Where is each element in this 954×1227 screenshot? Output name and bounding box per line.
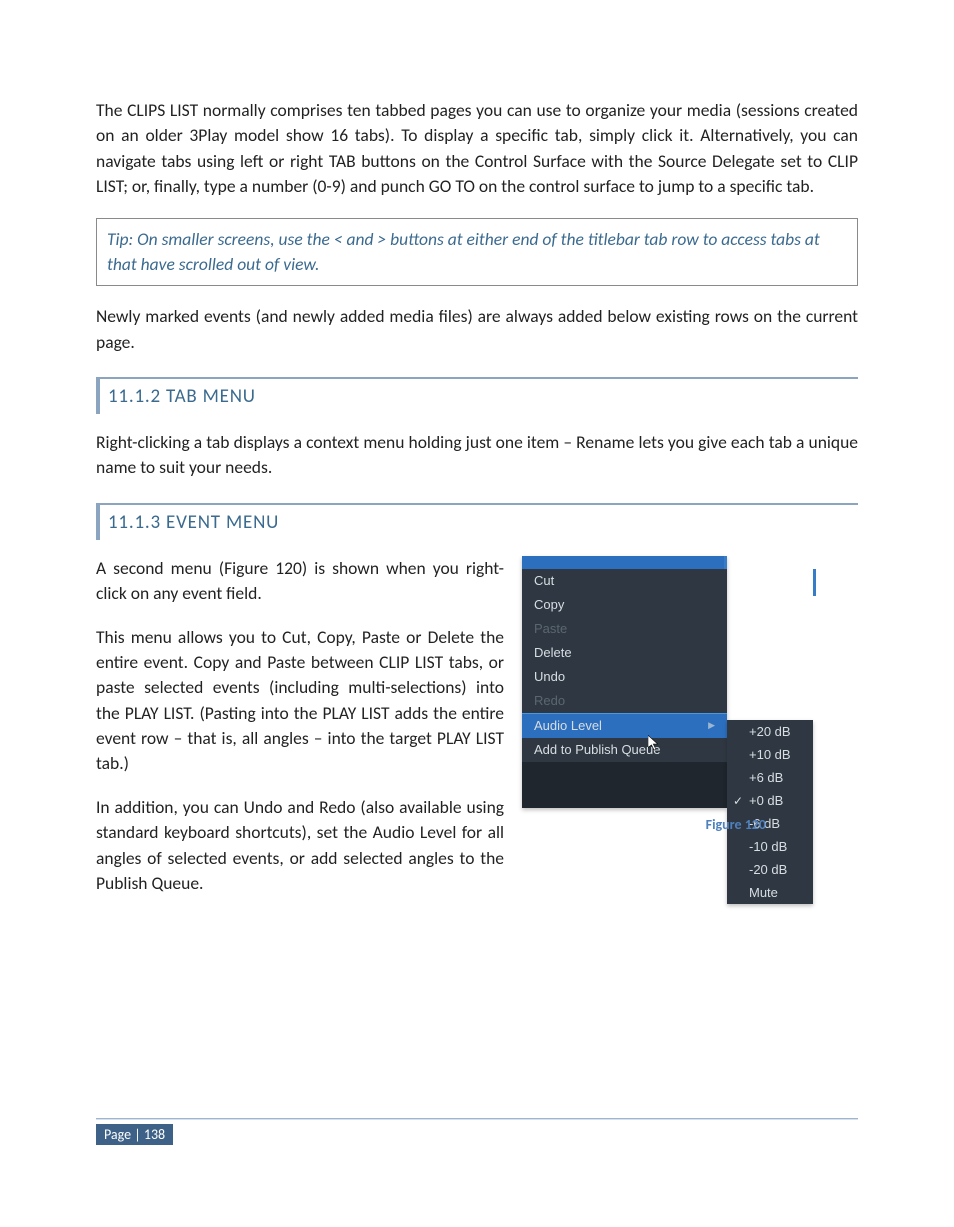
- check-icon: ✓: [733, 794, 743, 808]
- menu-audio-label: Audio Level: [534, 718, 602, 733]
- submenu-mute[interactable]: Mute: [727, 881, 813, 904]
- submenu-arrow-icon: ▶: [708, 720, 715, 731]
- menu-publish-label: Add to Publish Queue: [534, 742, 660, 757]
- menu-paste: Paste: [522, 617, 727, 641]
- paragraph-second-menu: A second menu (Figure 120) is shown when…: [96, 556, 504, 607]
- paragraph-undo-redo: In addition, you can Undo and Redo (also…: [96, 795, 504, 897]
- heading-text: 11.1.2 TAB MENU: [108, 385, 256, 408]
- menu-delete[interactable]: Delete: [522, 641, 727, 665]
- menu-publish[interactable]: Add to Publish Queue: [522, 738, 727, 762]
- menu-redo: Redo: [522, 689, 727, 713]
- menu-spacer: [522, 762, 727, 808]
- blue-edge-strip: [813, 569, 816, 596]
- context-menu-top-bar: [522, 556, 727, 569]
- tip-box: Tip: On smaller screens, use the < and >…: [96, 218, 858, 287]
- paragraph-new-events: Newly marked events (and newly added med…: [96, 304, 858, 355]
- tip-text: Tip: On smaller screens, use the < and >…: [107, 227, 847, 278]
- submenu-plus6[interactable]: +6 dB: [727, 766, 813, 789]
- submenu-plus10[interactable]: +10 dB: [727, 743, 813, 766]
- figure-column: Cut Copy Paste Delete Undo Redo Audio Le…: [522, 556, 858, 808]
- submenu-plus0-label: +0 dB: [749, 793, 783, 808]
- paragraph-tab-menu: Right-clicking a tab displays a context …: [96, 430, 858, 481]
- section-heading-tab-menu: 11.1.2 TAB MENU: [96, 377, 858, 414]
- left-column: A second menu (Figure 120) is shown when…: [96, 556, 504, 897]
- page-footer: Page | 138: [96, 1118, 858, 1145]
- submenu-plus0[interactable]: ✓ +0 dB: [727, 789, 813, 812]
- section-heading-event-menu: 11.1.3 EVENT MENU: [96, 503, 858, 540]
- audio-submenu: +20 dB +10 dB +6 dB ✓ +0 dB -6 dB -10 dB…: [727, 720, 813, 904]
- menu-audio-level[interactable]: Audio Level ▶: [522, 713, 727, 738]
- page-number: Page | 138: [96, 1124, 173, 1145]
- heading-text: 11.1.3 EVENT MENU: [108, 511, 279, 534]
- menu-cut[interactable]: Cut: [522, 569, 727, 593]
- two-column-layout: A second menu (Figure 120) is shown when…: [96, 556, 858, 897]
- submenu-minus20[interactable]: -20 dB: [727, 858, 813, 881]
- menu-copy[interactable]: Copy: [522, 593, 727, 617]
- menu-undo[interactable]: Undo: [522, 665, 727, 689]
- submenu-plus20[interactable]: +20 dB: [727, 720, 813, 743]
- footer-rule: [96, 1118, 858, 1120]
- context-menu: Cut Copy Paste Delete Undo Redo Audio Le…: [522, 556, 727, 808]
- submenu-minus10[interactable]: -10 dB: [727, 835, 813, 858]
- context-menu-figure: Cut Copy Paste Delete Undo Redo Audio Le…: [522, 556, 858, 808]
- paragraph-clips-list: The CLIPS LIST normally comprises ten ta…: [96, 98, 858, 200]
- paragraph-cut-copy: This menu allows you to Cut, Copy, Paste…: [96, 625, 504, 777]
- figure-caption: Figure 120: [626, 816, 766, 833]
